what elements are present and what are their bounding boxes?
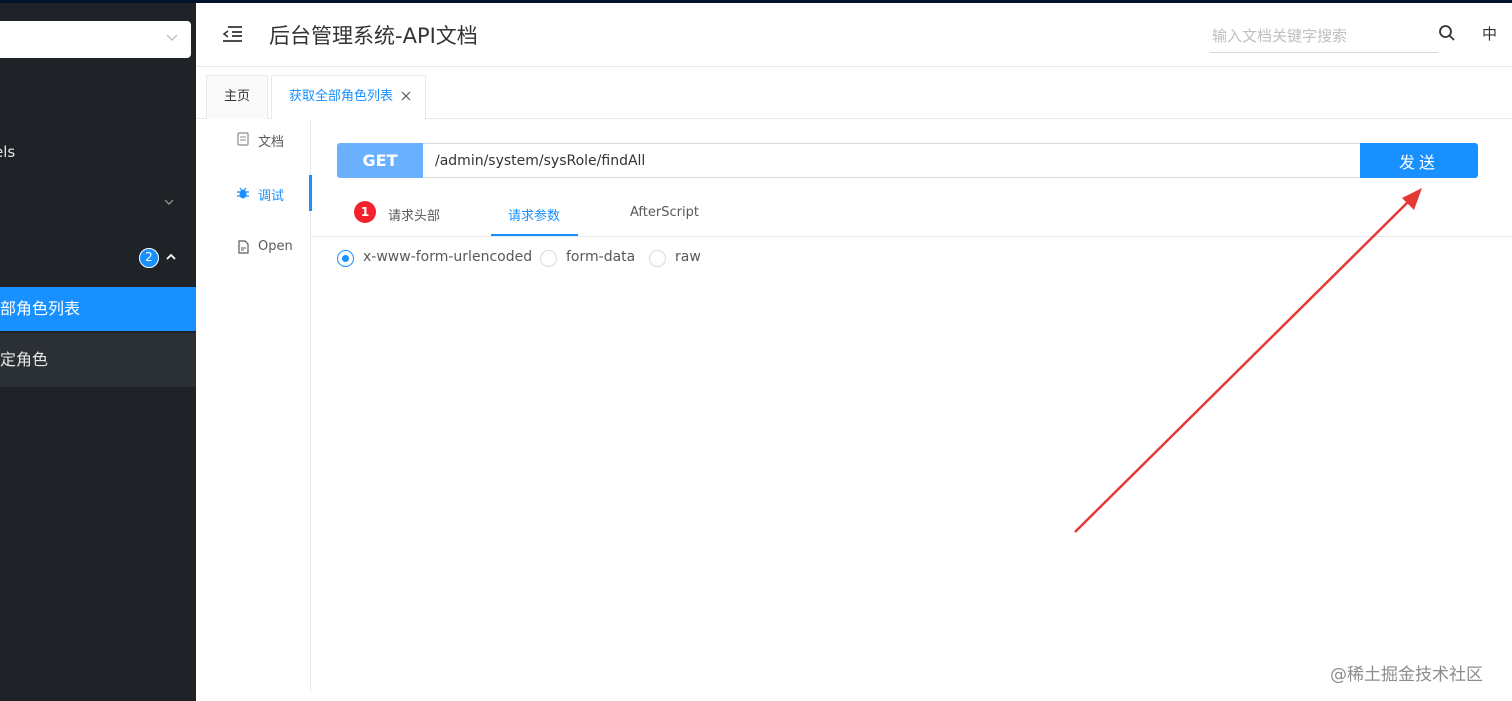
tab-request-params[interactable]: 请求参数 <box>508 205 560 224</box>
sidebar-item-active[interactable]: 全部角色列表 <box>0 287 196 331</box>
tab-request-headers[interactable]: 请求头部 <box>388 205 440 224</box>
sidebar-item-sub[interactable]: 指定角色 <box>0 333 196 387</box>
watermark: @稀土掘金技术社区 <box>1330 665 1483 685</box>
bug-icon <box>237 187 249 199</box>
chevron-up-icon[interactable] <box>164 250 178 264</box>
tab-bar: 主页 获取全部角色列表 <box>196 68 1512 120</box>
nav-doc[interactable]: 文档 <box>196 121 311 157</box>
sidebar-item-label: 全部角色列表 <box>0 299 81 318</box>
radio-dot <box>337 250 354 267</box>
radio-form-urlencoded[interactable]: x-www-form-urlencoded <box>337 248 532 270</box>
nav-doc-label: 文档 <box>258 135 285 150</box>
radio-raw[interactable]: raw <box>649 248 709 270</box>
chevron-down-icon <box>166 34 178 41</box>
group-count-badge: 2 <box>139 248 159 268</box>
send-button[interactable]: 发送 <box>1360 143 1478 178</box>
tab-label: 获取全部角色列表 <box>289 89 394 104</box>
radio-dot <box>649 250 666 267</box>
close-icon[interactable] <box>401 91 411 101</box>
search-input[interactable] <box>1210 19 1438 53</box>
request-tabs: 1 请求头部 请求参数 AfterScript <box>311 190 1512 237</box>
active-tab-indicator <box>491 234 578 236</box>
page-title: 后台管理系统-API文档 <box>269 24 478 48</box>
nav-open[interactable]: Open <box>196 229 311 265</box>
radio-label: form-data <box>566 249 636 265</box>
api-side-nav: 文档 调试 Open <box>196 119 312 691</box>
sidebar: els 2 全部角色列表 指定角色 <box>0 3 196 701</box>
app-header: 后台管理系统-API文档 中 <box>196 3 1512 67</box>
url-input[interactable] <box>423 143 1361 178</box>
headers-count-badge: 1 <box>354 201 376 223</box>
sidebar-item-label: els <box>0 143 16 161</box>
sidebar-item-label: 指定角色 <box>0 350 49 369</box>
document-icon <box>237 132 249 146</box>
file-icon <box>238 240 249 254</box>
http-method-badge: GET <box>337 143 423 178</box>
radio-label: x-www-form-urlencoded <box>363 249 533 265</box>
group-select[interactable] <box>0 21 191 58</box>
language-switch[interactable]: 中 <box>1482 23 1497 44</box>
tab-home[interactable]: 主页 <box>206 75 268 119</box>
radio-label: raw <box>675 249 701 265</box>
nav-debug-label: 调试 <box>258 189 285 204</box>
search-icon[interactable] <box>1438 24 1456 42</box>
menu-fold-icon[interactable] <box>222 25 242 43</box>
chevron-down-icon[interactable] <box>162 195 176 209</box>
radio-form-data[interactable]: form-data <box>540 248 640 270</box>
tab-get-all-roles[interactable]: 获取全部角色列表 <box>271 75 427 120</box>
nav-open-label: Open <box>258 239 293 254</box>
tab-after-script[interactable]: AfterScript <box>630 205 699 220</box>
radio-dot <box>540 250 557 267</box>
nav-debug[interactable]: 调试 <box>196 175 312 211</box>
